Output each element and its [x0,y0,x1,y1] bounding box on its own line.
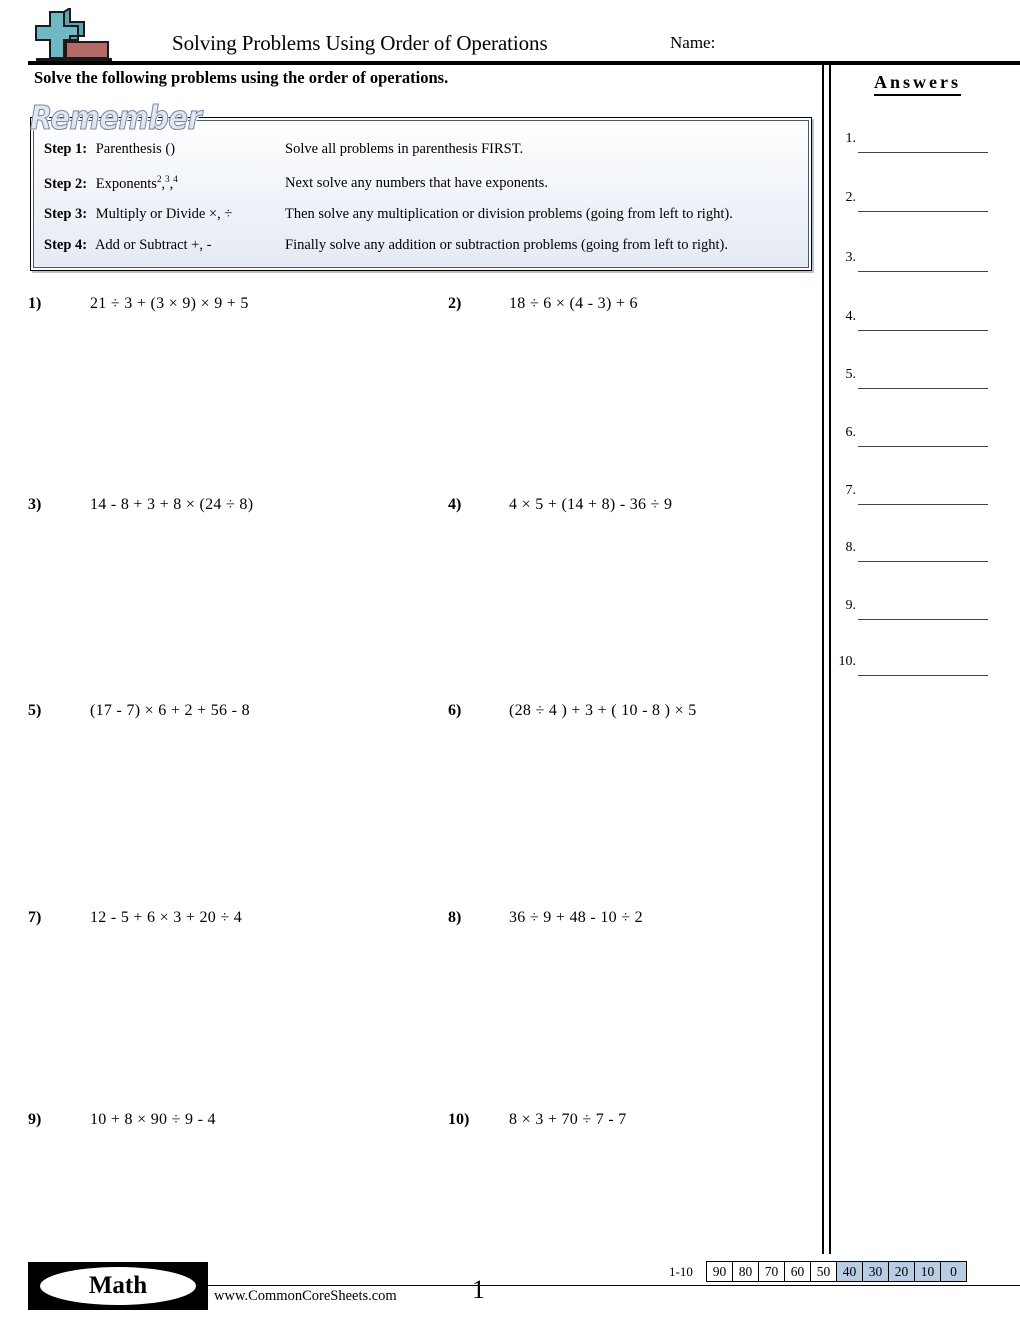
step-2-description: Next solve any numbers that have exponen… [285,175,548,191]
answer-number-10: 10. [838,654,857,669]
website-url: www.CommonCoreSheets.com [214,1288,397,1304]
step-2-exponent-4: 4 [173,174,178,184]
problem-number-1: 1) [28,295,42,312]
step-2-exponent-3: 3 [165,174,170,184]
step-2-exponent-2: 2 [156,174,162,184]
step-1-description: Solve all problems in parenthesis FIRST. [285,141,524,157]
math-logo-badge: Math [28,1262,208,1310]
answer-line-3[interactable] [858,271,988,272]
problem-number-6: 6) [448,702,462,719]
header-divider [28,61,1020,65]
answer-line-2[interactable] [858,211,988,212]
answer-line-9[interactable] [858,619,988,620]
footer-divider [208,1285,1020,1286]
problem-expression-2: 18 ÷ 6 × (4 - 3) + 6 [509,295,638,312]
step-1-row: Step 1: Parenthesis () [44,141,175,158]
score-table-row: 90 80 70 60 50 40 30 20 10 0 [706,1261,967,1282]
answer-number-7: 7. [845,483,857,498]
problem-number-7: 7) [28,909,42,926]
answer-number-1: 1. [845,131,857,146]
name-label: Name: [670,33,716,52]
answer-number-4: 4. [845,309,857,324]
problem-expression-10: 8 × 3 + 70 ÷ 7 - 7 [509,1111,627,1128]
score-cell-10[interactable]: 10 [914,1261,941,1282]
problem-expression-8: 36 ÷ 9 + 48 - 10 ÷ 2 [509,909,643,926]
step-4-operation: Add or Subtract +, - [94,237,212,253]
score-range-label: 1-10 [669,1264,693,1279]
step-4-row: Step 4: Add or Subtract +, - [44,237,211,254]
problem-number-5: 5) [28,702,42,719]
answer-number-5: 5. [845,367,857,382]
answer-number-8: 8. [845,540,857,555]
answer-line-5[interactable] [858,388,988,389]
score-cell-40[interactable]: 40 [836,1261,863,1282]
math-logo-text: Math [88,1272,148,1299]
answer-number-9: 9. [845,598,857,613]
score-cell-0[interactable]: 0 [940,1261,967,1282]
answers-heading: Answers [874,72,961,96]
step-4-description: Finally solve any addition or subtractio… [285,237,728,253]
score-cell-20[interactable]: 20 [888,1261,915,1282]
problem-number-4: 4) [448,496,462,513]
answer-line-7[interactable] [858,504,988,505]
answer-line-6[interactable] [858,446,988,447]
problem-number-8: 8) [448,909,462,926]
score-table: 90 80 70 60 50 40 30 20 10 0 [706,1261,967,1282]
step-2-operation: Exponents [95,175,157,192]
instructions-text: Solve the following problems using the o… [34,68,449,87]
problem-expression-6: (28 ÷ 4 ) + 3 + ( 10 - 8 ) × 5 [509,702,697,719]
step-2-label: Step 2: [44,175,88,192]
step-1-operation: Parenthesis () [95,141,176,157]
page-title: Solving Problems Using Order of Operatio… [172,31,548,55]
answer-number-3: 3. [845,250,857,265]
step-3-operation: Multiply or Divide ×, ÷ [95,206,233,222]
answer-line-1[interactable] [858,152,988,153]
problem-expression-3: 14 - 8 + 3 + 8 × (24 ÷ 8) [90,496,254,513]
score-cell-90[interactable]: 90 [706,1261,733,1282]
answer-number-6: 6. [845,425,857,440]
problem-number-9: 9) [28,1111,42,1128]
problem-expression-4: 4 × 5 + (14 + 8) - 36 ÷ 9 [509,496,673,513]
answer-line-8[interactable] [858,561,988,562]
score-cell-50[interactable]: 50 [810,1261,837,1282]
score-cell-80[interactable]: 80 [732,1261,759,1282]
step-1-label: Step 1: [44,141,88,157]
step-4-label: Step 4: [44,237,88,253]
step-3-description: Then solve any multiplication or divisio… [285,206,733,222]
step-3-row: Step 3: Multiply or Divide ×, ÷ [44,206,232,223]
answer-line-10[interactable] [858,675,988,676]
score-cell-30[interactable]: 30 [862,1261,889,1282]
problem-expression-7: 12 - 5 + 6 × 3 + 20 ÷ 4 [90,909,243,926]
score-cell-70[interactable]: 70 [758,1261,785,1282]
step-3-label: Step 3: [44,206,88,222]
answer-line-4[interactable] [858,330,988,331]
plus-sign-logo [28,6,120,66]
problem-number-10: 10) [448,1111,470,1128]
problem-expression-1: 21 ÷ 3 + (3 × 9) × 9 + 5 [90,295,249,312]
problem-number-3: 3) [28,496,42,513]
problem-expression-5: (17 - 7) × 6 + 2 + 56 - 8 [90,702,250,719]
step-2-row: Step 2: Exponents2,3,4 [44,174,178,192]
score-cell-60[interactable]: 60 [784,1261,811,1282]
answer-number-2: 2. [845,190,857,205]
page-number: 1 [472,1275,485,1304]
problem-number-2: 2) [448,295,462,312]
problem-expression-9: 10 + 8 × 90 ÷ 9 - 4 [90,1111,216,1128]
remember-heading: Remember [29,98,202,138]
